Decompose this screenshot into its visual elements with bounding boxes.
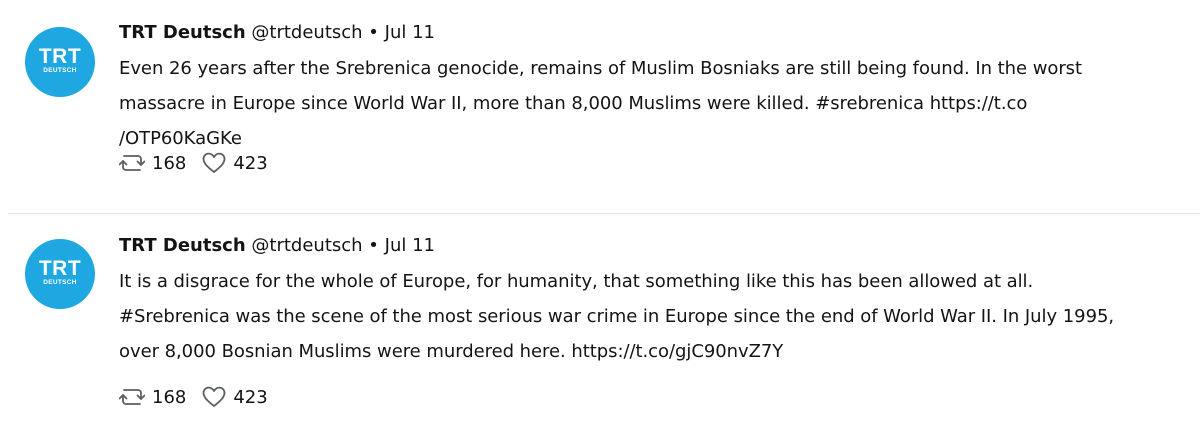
tweet[interactable]: TRT DEUTSCH TRT Deutsch @trtdeutsch • Ju…: [0, 0, 1200, 214]
tweet-text-line: #Srebrenica was the scene of the most se…: [119, 306, 1115, 327]
tweet-header: TRT Deutsch @trtdeutsch • Jul 11: [119, 233, 1192, 259]
author-handle[interactable]: @trtdeutsch: [251, 235, 362, 256]
tweet-date[interactable]: Jul 11: [385, 22, 435, 43]
like-count: 423: [233, 152, 268, 174]
header-separator: •: [368, 22, 379, 43]
tweet-text-line: over 8,000 Bosnian Muslims were murdered…: [119, 341, 784, 362]
author-name[interactable]: TRT Deutsch: [119, 22, 246, 43]
tweet-date[interactable]: Jul 11: [385, 235, 435, 256]
avatar-logo-subtext: DEUTSCH: [43, 279, 77, 286]
tweet-content: TRT Deutsch @trtdeutsch • Jul 11 It is a…: [119, 233, 1192, 369]
retweet-count: 168: [152, 386, 187, 408]
like-count: 423: [233, 386, 268, 408]
avatar[interactable]: TRT DEUTSCH: [25, 27, 95, 97]
header-separator: •: [368, 235, 379, 256]
tweet-actions: 168 423: [119, 386, 268, 408]
tweet-text-line: It is a disgrace for the whole of Europe…: [119, 271, 1034, 292]
retweet-count: 168: [152, 152, 187, 174]
avatar-logo-text: TRT: [38, 257, 82, 280]
like-button[interactable]: 423: [202, 386, 268, 408]
tweet[interactable]: TRT DEUTSCH TRT Deutsch @trtdeutsch • Ju…: [0, 215, 1200, 425]
avatar[interactable]: TRT DEUTSCH: [25, 239, 95, 309]
tweet-text: Even 26 years after the Srebrenica genoc…: [119, 51, 1192, 156]
tweet-divider: [8, 213, 1200, 214]
retweet-button[interactable]: 168: [119, 386, 186, 408]
tweet-header: TRT Deutsch @trtdeutsch • Jul 11: [119, 20, 1192, 46]
heart-icon: [202, 386, 226, 407]
author-handle[interactable]: @trtdeutsch: [251, 22, 362, 43]
tweet-text-line: massacre in Europe since World War II, m…: [119, 93, 1028, 114]
retweet-icon: [119, 155, 145, 171]
retweet-icon: [119, 389, 145, 405]
tweet-text-line: Even 26 years after the Srebrenica genoc…: [119, 58, 1083, 79]
tweet-actions: 168 423: [119, 152, 268, 174]
author-name[interactable]: TRT Deutsch: [119, 235, 246, 256]
avatar-logo-subtext: DEUTSCH: [43, 67, 77, 74]
like-button[interactable]: 423: [202, 152, 268, 174]
tweet-text: It is a disgrace for the whole of Europe…: [119, 264, 1192, 369]
tweet-content: TRT Deutsch @trtdeutsch • Jul 11 Even 26…: [119, 20, 1192, 156]
heart-icon: [202, 152, 226, 173]
avatar-logo-text: TRT: [38, 45, 82, 68]
retweet-button[interactable]: 168: [119, 152, 186, 174]
tweet-text-line: /OTP60KaGKe: [119, 128, 242, 149]
